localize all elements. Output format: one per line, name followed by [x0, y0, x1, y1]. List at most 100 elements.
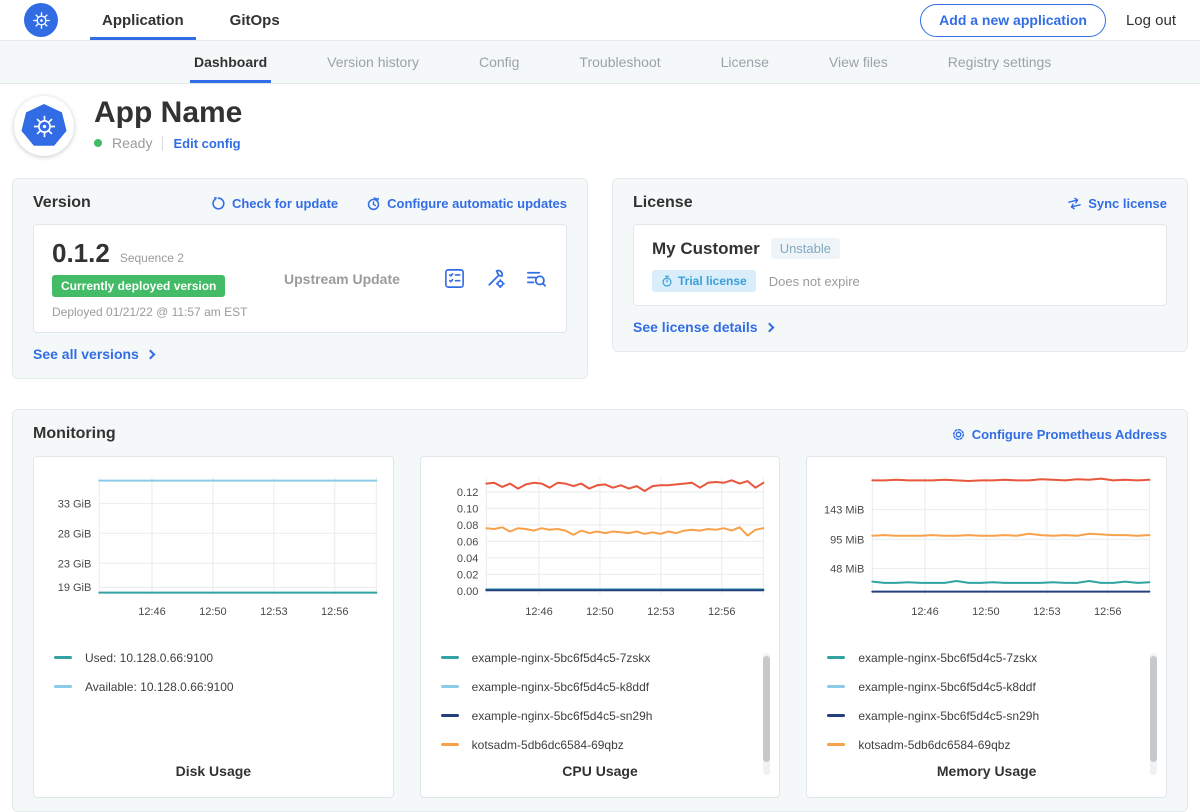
kubernetes-logo[interactable]: [24, 3, 58, 37]
legend-label: kotsadm-5db6dc6584-69qbz: [858, 738, 1010, 752]
legend-item: example-nginx-5bc6f5d4c5-k8ddf: [441, 672, 774, 701]
svg-text:28 GiB: 28 GiB: [58, 528, 92, 540]
tab-version-history[interactable]: Version history: [323, 41, 423, 83]
see-license-details-label: See license details: [633, 319, 758, 335]
svg-text:12:50: 12:50: [586, 606, 614, 618]
svg-text:19 GiB: 19 GiB: [58, 582, 92, 594]
legend-label: example-nginx-5bc6f5d4c5-7zskx: [472, 651, 651, 665]
svg-text:12:53: 12:53: [260, 606, 288, 618]
configure-prometheus-label: Configure Prometheus Address: [972, 427, 1167, 442]
preflight-checks-icon[interactable]: [443, 267, 466, 290]
top-navbar: Application GitOps Add a new application…: [0, 0, 1200, 41]
version-card: Version Check for update Configure autom…: [12, 178, 588, 379]
currently-deployed-badge: Currently deployed version: [52, 275, 225, 297]
legend-item: Available: 10.128.0.66:9100: [54, 672, 387, 701]
refresh-icon: [211, 196, 226, 211]
version-sequence: Sequence 2: [120, 251, 184, 265]
svg-text:12:46: 12:46: [912, 606, 940, 618]
legend-color-dash: [827, 714, 845, 717]
svg-text:0.12: 0.12: [457, 487, 478, 499]
nav-tab-application[interactable]: Application: [90, 0, 196, 40]
svg-text:48 MiB: 48 MiB: [830, 564, 864, 576]
current-version-box: 0.1.2 Sequence 2 Currently deployed vers…: [33, 224, 567, 333]
monitoring-section: Monitoring Configure Prometheus Address …: [12, 409, 1188, 812]
chevron-right-icon: [764, 322, 774, 332]
status-text: Ready: [112, 135, 152, 151]
version-source: Upstream Update: [284, 271, 400, 287]
legend-item: example-nginx-5bc6f5d4c5-sn29h: [441, 701, 774, 730]
legend-color-dash: [441, 656, 459, 659]
legend-item: example-nginx-5bc6f5d4c5-sn29h: [827, 701, 1160, 730]
app-header: App Name Ready Edit config: [0, 84, 1200, 172]
sync-license-label: Sync license: [1088, 196, 1167, 211]
svg-text:0.04: 0.04: [457, 553, 478, 565]
version-card-title: Version: [33, 194, 91, 212]
svg-text:12:53: 12:53: [1033, 606, 1061, 618]
legend-color-dash: [827, 656, 845, 659]
check-for-update-label: Check for update: [232, 196, 338, 211]
chart-legend: example-nginx-5bc6f5d4c5-7zskx example-ng…: [441, 643, 774, 759]
license-card: License Sync license My Customer Unstabl…: [612, 178, 1188, 352]
trial-license-badge: Trial license: [652, 270, 756, 292]
nav-tab-gitops[interactable]: GitOps: [218, 0, 292, 40]
see-all-versions-link[interactable]: See all versions: [33, 346, 154, 362]
configure-prometheus-link[interactable]: Configure Prometheus Address: [951, 427, 1167, 442]
legend-color-dash: [441, 743, 459, 746]
svg-text:12:50: 12:50: [199, 606, 227, 618]
helm-wheel-icon: [31, 10, 52, 31]
memory-usage-chart-card: 143 MiB95 MiB48 MiB12:4612:5012:5312:56 …: [806, 456, 1167, 798]
customer-name: My Customer: [652, 239, 760, 259]
tab-license[interactable]: License: [717, 41, 773, 83]
helm-wheel-icon: [31, 113, 58, 140]
divider: [162, 136, 163, 151]
dashboard-main: Version Check for update Configure autom…: [0, 178, 1200, 812]
edit-config-link[interactable]: Edit config: [173, 136, 240, 151]
see-license-details-link[interactable]: See license details: [633, 319, 773, 335]
check-for-update-link[interactable]: Check for update: [211, 196, 338, 211]
legend-label: example-nginx-5bc6f5d4c5-sn29h: [472, 709, 653, 723]
svg-text:12:46: 12:46: [138, 606, 166, 618]
svg-text:33 GiB: 33 GiB: [58, 498, 92, 510]
chart-legend: Used: 10.128.0.66:9100 Available: 10.128.…: [54, 643, 387, 701]
tab-troubleshoot[interactable]: Troubleshoot: [575, 41, 664, 83]
charts-row: 33 GiB28 GiB23 GiB19 GiB12:4612:5012:531…: [33, 456, 1167, 798]
legend-label: example-nginx-5bc6f5d4c5-k8ddf: [858, 680, 1035, 694]
app-subnav: Dashboard Version history Config Trouble…: [0, 41, 1200, 84]
version-number: 0.1.2: [52, 238, 110, 269]
legend-scrollbar-thumb[interactable]: [763, 656, 770, 762]
legend-color-dash: [827, 743, 845, 746]
license-card-title: License: [633, 194, 693, 212]
add-application-button[interactable]: Add a new application: [920, 4, 1106, 37]
legend-label: Used: 10.128.0.66:9100: [85, 651, 213, 665]
configure-automatic-updates-link[interactable]: Configure automatic updates: [366, 196, 567, 211]
legend-color-dash: [441, 714, 459, 717]
license-details-box: My Customer Unstable Trial license Does …: [633, 224, 1167, 306]
kubernetes-heptagon-icon: [21, 104, 67, 148]
view-logs-icon[interactable]: [525, 267, 548, 290]
chevron-right-icon: [145, 349, 155, 359]
license-expiry: Does not expire: [769, 274, 860, 289]
legend-scrollbar-thumb[interactable]: [1150, 656, 1157, 762]
svg-text:0.08: 0.08: [457, 520, 478, 532]
tab-dashboard[interactable]: Dashboard: [190, 41, 271, 83]
legend-color-dash: [827, 685, 845, 688]
logout-button[interactable]: Log out: [1126, 12, 1176, 29]
tab-registry-settings[interactable]: Registry settings: [944, 41, 1055, 83]
tab-view-files[interactable]: View files: [825, 41, 892, 83]
stopwatch-icon: [661, 275, 673, 287]
svg-text:95 MiB: 95 MiB: [830, 534, 864, 546]
legend-label: example-nginx-5bc6f5d4c5-sn29h: [858, 709, 1039, 723]
svg-text:0.02: 0.02: [457, 569, 478, 581]
legend-label: example-nginx-5bc6f5d4c5-k8ddf: [472, 680, 649, 694]
svg-text:0.10: 0.10: [457, 503, 478, 515]
legend-item: example-nginx-5bc6f5d4c5-7zskx: [441, 643, 774, 672]
nav-tab-gitops-label: GitOps: [230, 12, 280, 29]
sync-license-link[interactable]: Sync license: [1067, 196, 1167, 211]
topbar-actions: Add a new application Log out: [920, 0, 1176, 40]
legend-scrollbar[interactable]: [1150, 653, 1157, 775]
svg-text:12:50: 12:50: [972, 606, 1000, 618]
tab-config[interactable]: Config: [475, 41, 523, 83]
config-wrench-icon[interactable]: [484, 267, 507, 290]
chart-legend: example-nginx-5bc6f5d4c5-7zskxexample-ng…: [827, 643, 1160, 759]
legend-scrollbar[interactable]: [763, 653, 770, 775]
